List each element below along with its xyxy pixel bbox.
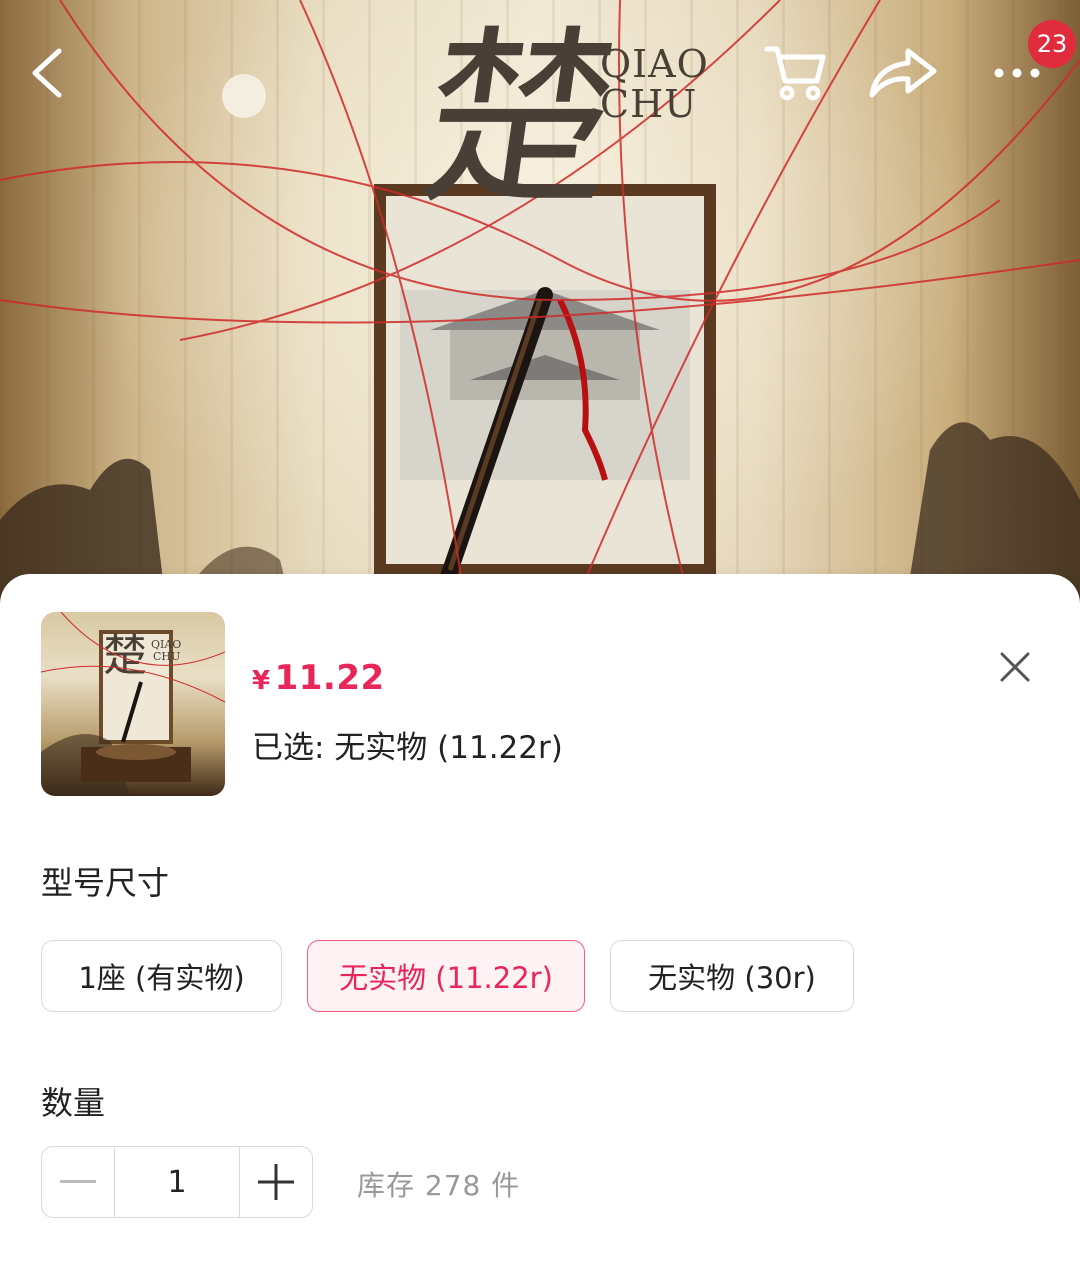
back-button[interactable] [12, 38, 82, 108]
close-icon [1000, 652, 1030, 682]
chevron-left-icon [32, 48, 62, 98]
spec-option-3[interactable]: 无实物 (30r) [610, 940, 854, 1012]
svg-text:CHU: CHU [153, 650, 180, 663]
share-button[interactable] [868, 38, 938, 108]
poster-title-line1: QIAO [600, 42, 709, 86]
close-button[interactable] [990, 642, 1040, 692]
cart-button[interactable] [760, 38, 830, 108]
selected-variant-text: 已选: 无实物 (11.22r) [252, 730, 563, 766]
svg-text:楚: 楚 [103, 630, 147, 681]
notification-badge: 23 [1028, 20, 1076, 68]
poster-title: QIAO CHU [600, 44, 709, 124]
increase-button[interactable] [240, 1147, 312, 1217]
quantity-input[interactable]: 1 [114, 1147, 240, 1217]
spec-option-1[interactable]: 1座 (有实物) [41, 940, 282, 1012]
stock-text: 库存 278 件 [357, 1169, 521, 1202]
price-value: 11.22 [274, 658, 385, 698]
more-dots-icon [994, 68, 1040, 78]
sku-selector-sheet: 楚 QIAO CHU ¥11.22 已选: 无实物 (11.22r) 型号尺寸 … [0, 574, 1080, 1274]
plus-icon [258, 1164, 294, 1200]
cart-icon [764, 46, 826, 101]
product-thumbnail: 楚 QIAO CHU [41, 612, 225, 796]
minus-icon [60, 1180, 96, 1183]
poster-title-line2: CHU [600, 82, 698, 126]
quantity-section-label: 数量 [41, 1084, 106, 1122]
price: ¥11.22 [252, 658, 385, 698]
currency-symbol: ¥ [252, 666, 271, 696]
decrease-button[interactable] [42, 1147, 114, 1217]
quantity-stepper: 1 [41, 1146, 313, 1218]
share-icon [869, 48, 937, 98]
thumbnail-artwork: 楚 QIAO CHU [41, 612, 225, 796]
spec-option-2[interactable]: 无实物 (11.22r) [307, 940, 585, 1012]
spec-section-label: 型号尺寸 [41, 864, 170, 902]
poster-calligraphy: 楚 [409, 9, 631, 230]
